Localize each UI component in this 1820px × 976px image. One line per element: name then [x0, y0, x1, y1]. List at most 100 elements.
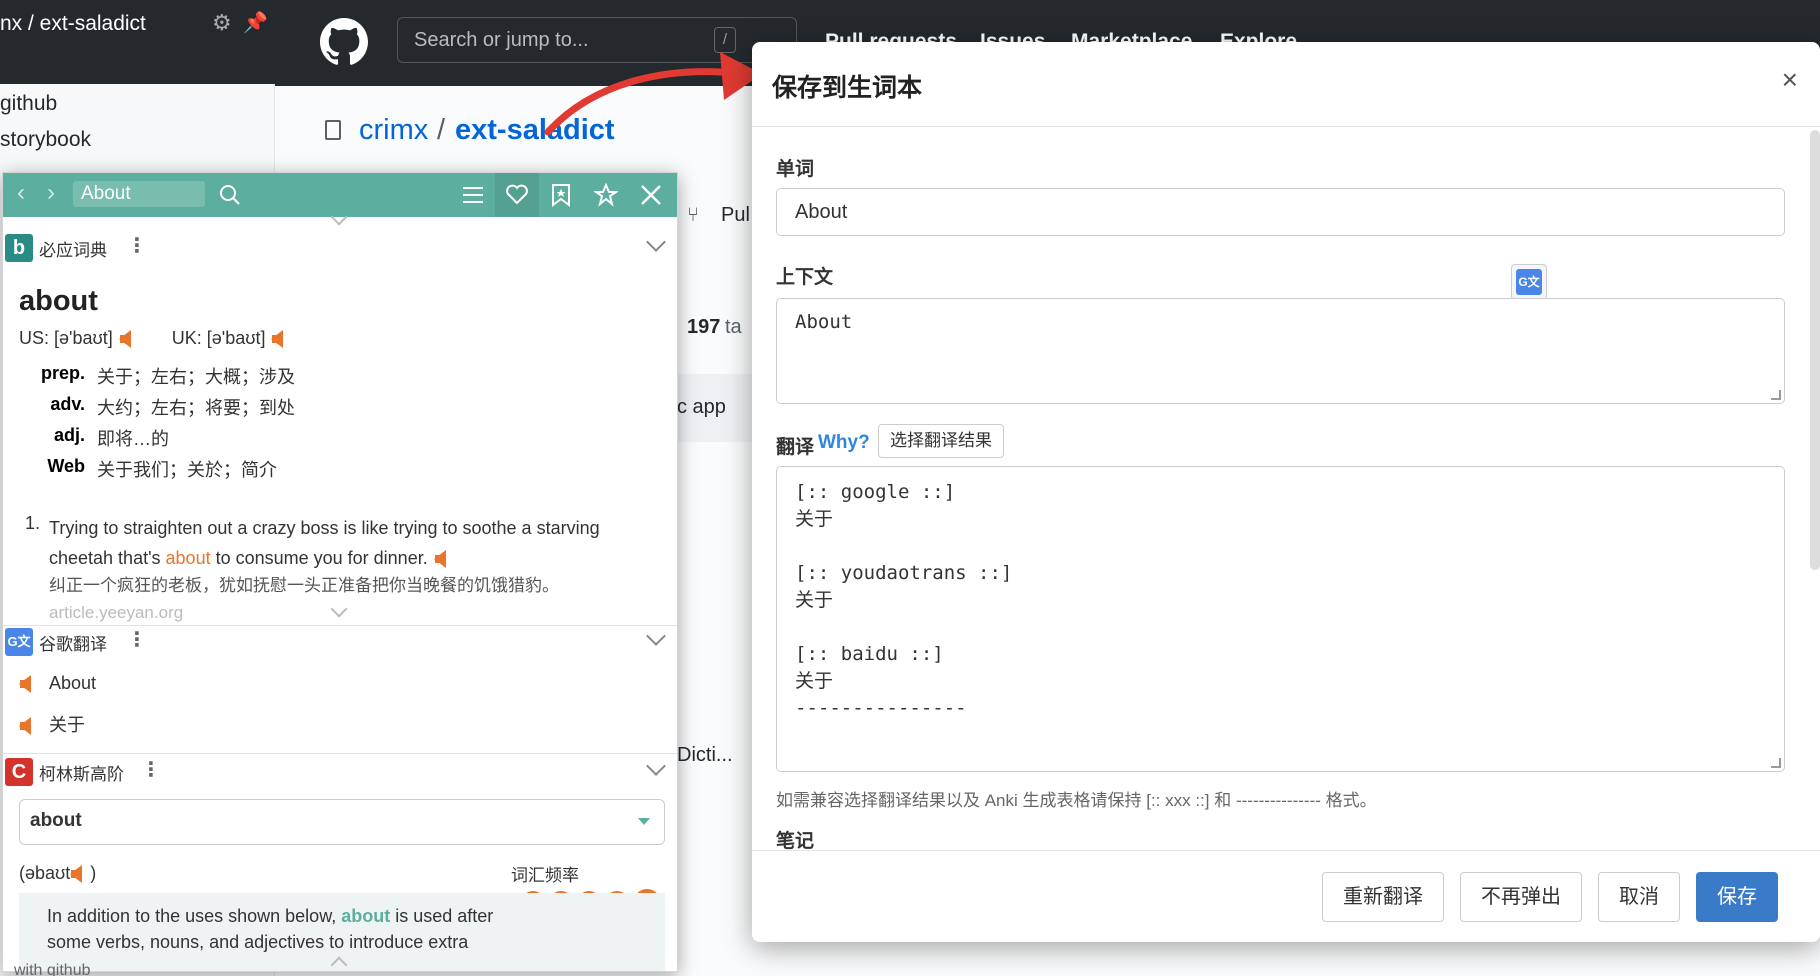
word-input[interactable]: About	[776, 188, 1785, 236]
pos-label: adv.	[50, 394, 85, 414]
uk-phonetic: UK: [ə'baʊt]	[171, 328, 266, 348]
collapse-chevron-icon[interactable]	[646, 756, 666, 776]
bing-dict-title: 必应词典	[39, 241, 107, 260]
example-number: 1.	[25, 513, 41, 533]
pin-icon[interactable]: 📌	[243, 10, 268, 35]
tags-count[interactable]: 197	[687, 316, 720, 339]
panel-search-value: About	[81, 183, 131, 204]
cancel-button[interactable]: 取消	[1598, 872, 1680, 922]
google-translate-logo-icon: G文	[5, 628, 33, 656]
github-logo-icon[interactable]	[320, 18, 368, 66]
definition-row: prep. 关于；左右；大概；涉及	[23, 363, 353, 394]
collins-dict-header[interactable]: C 柯林斯高阶 ⋮	[3, 753, 677, 789]
speaker-icon[interactable]	[19, 717, 31, 736]
google-dict-title: 谷歌翻译	[39, 635, 107, 654]
google-dict-header[interactable]: G文 谷歌翻译 ⋮	[3, 623, 677, 659]
close-icon[interactable]: ×	[1782, 64, 1798, 96]
divider	[752, 126, 1820, 127]
google-source-text: About	[49, 673, 97, 693]
expand-chevron-icon[interactable]	[330, 600, 348, 618]
google-source-row: About	[19, 673, 96, 694]
note-highlight: about	[341, 906, 391, 926]
phonetics-row: US: [ə'baʊt] UK: [ə'baʊt]	[19, 328, 289, 349]
notes-label: 笔记	[776, 831, 815, 852]
save-button[interactable]: 保存	[1696, 872, 1778, 922]
pin-star-icon[interactable]	[594, 183, 618, 207]
speaker-icon[interactable]	[70, 865, 83, 884]
definition-row: adj. 即将…的	[23, 425, 353, 456]
example-sentence: Trying to straighten out a crazy boss is…	[49, 513, 659, 573]
sidebar-item-storybook[interactable]: storybook	[0, 128, 91, 152]
speaker-icon[interactable]	[19, 675, 31, 694]
collins-select-value: about	[30, 810, 82, 831]
collapse-chevron-icon[interactable]	[646, 626, 666, 646]
more-icon[interactable]: ⋮	[141, 757, 161, 782]
bookmark-icon[interactable]	[549, 183, 573, 207]
scrollbar[interactable]	[1810, 130, 1820, 570]
definition-row: Web 关于我们；关於；简介	[23, 456, 353, 487]
heart-button[interactable]	[495, 173, 539, 217]
us-phonetic: US: [ə'baʊt]	[19, 328, 113, 348]
definition-text: 关于；左右；大概；涉及	[97, 367, 295, 387]
saladict-panel: ‹ › About b 必应词典 ⋮ about US: [ə'baʊt] UK…	[2, 172, 678, 972]
repo-separator: /	[437, 114, 446, 146]
pos-label: Web	[47, 456, 85, 476]
more-icon[interactable]: ⋮	[127, 627, 147, 652]
panel-search-input[interactable]: About	[73, 181, 205, 207]
collins-note-text: In addition to the uses shown below, abo…	[47, 903, 517, 955]
translation-textarea[interactable]: [:: google ::] 关于 [:: youdaotrans ::] 关于…	[776, 466, 1785, 772]
definition-text: 关于我们；关於；简介	[97, 460, 277, 480]
speaker-icon[interactable]	[433, 550, 446, 569]
collins-entry-select[interactable]: about	[19, 799, 665, 845]
definition-text: 即将…的	[97, 429, 169, 449]
google-translation-row: 关于	[19, 711, 85, 737]
example-source[interactable]: article.yeeyan.org	[49, 603, 183, 623]
translate-context-button[interactable]: G文	[1511, 264, 1547, 300]
word-input-value: About	[795, 201, 848, 223]
resize-handle-icon[interactable]	[1771, 758, 1781, 768]
google-translate-icon: G文	[1516, 269, 1542, 295]
speaker-icon[interactable]	[271, 330, 284, 349]
word-label: 单词	[776, 159, 815, 180]
example-text: to consume you for dinner.	[210, 548, 428, 568]
retranslate-button[interactable]: 重新翻译	[1322, 872, 1444, 922]
definition-row: adv. 大约；左右；将要；到处	[23, 394, 353, 425]
collapse-chevron-icon[interactable]	[646, 232, 666, 252]
file-row-dict[interactable]: Dicti...	[677, 744, 733, 767]
translation-textarea-value: [:: google ::] 关于 [:: youdaotrans ::] 关于…	[795, 481, 1013, 719]
sidebar-item-github[interactable]: github	[0, 92, 57, 116]
collins-phonetic-end: )	[90, 863, 97, 883]
translation-label: 翻译	[776, 437, 815, 458]
repo-tab-title[interactable]: nx / ext-saladict	[0, 12, 146, 36]
no-popup-button[interactable]: 不再弹出	[1460, 872, 1582, 922]
collins-dict-title: 柯林斯高阶	[39, 765, 124, 784]
repo-owner-link[interactable]: crimx	[359, 114, 428, 147]
frequency-label: 词汇频率	[511, 866, 579, 885]
gear-icon[interactable]: ⚙	[212, 10, 232, 36]
choose-translation-button[interactable]: 选择翻译结果	[878, 424, 1004, 458]
example-translation: 纠正一个疯狂的老板，犹如抚慰一头正准备把你当晚餐的饥饿猎豹。	[49, 576, 559, 595]
back-icon[interactable]: ‹	[17, 179, 25, 207]
context-textarea[interactable]: About	[776, 298, 1785, 404]
context-label: 上下文	[776, 267, 834, 288]
heart-icon	[506, 184, 528, 205]
menu-icon[interactable]	[461, 184, 485, 206]
speaker-icon[interactable]	[118, 330, 131, 349]
bing-logo-icon: b	[5, 234, 33, 262]
tab-pull-requests[interactable]: Pul	[721, 204, 750, 227]
file-row-app[interactable]: c app	[677, 396, 726, 419]
forward-icon[interactable]: ›	[47, 179, 55, 207]
resize-handle-icon[interactable]	[1771, 390, 1781, 400]
definitions-list: prep. 关于；左右；大概；涉及 adv. 大约；左右；将要；到处 adj. 即将……	[23, 363, 353, 487]
search-icon[interactable]	[218, 183, 242, 207]
tags-label[interactable]: ta	[725, 316, 742, 339]
repo-icon	[325, 120, 341, 140]
collins-logo-icon: C	[5, 758, 33, 786]
close-icon[interactable]	[639, 183, 663, 207]
headword: about	[19, 285, 98, 317]
more-icon[interactable]: ⋮	[127, 233, 147, 258]
bing-dict-header[interactable]: b 必应词典 ⋮	[3, 229, 677, 265]
save-word-modal: 保存到生词本 × 单词 About 上下文 G文 About 翻译 Why? 选…	[752, 42, 1820, 942]
why-link[interactable]: Why?	[818, 432, 870, 454]
pos-label: adj.	[53, 425, 85, 445]
